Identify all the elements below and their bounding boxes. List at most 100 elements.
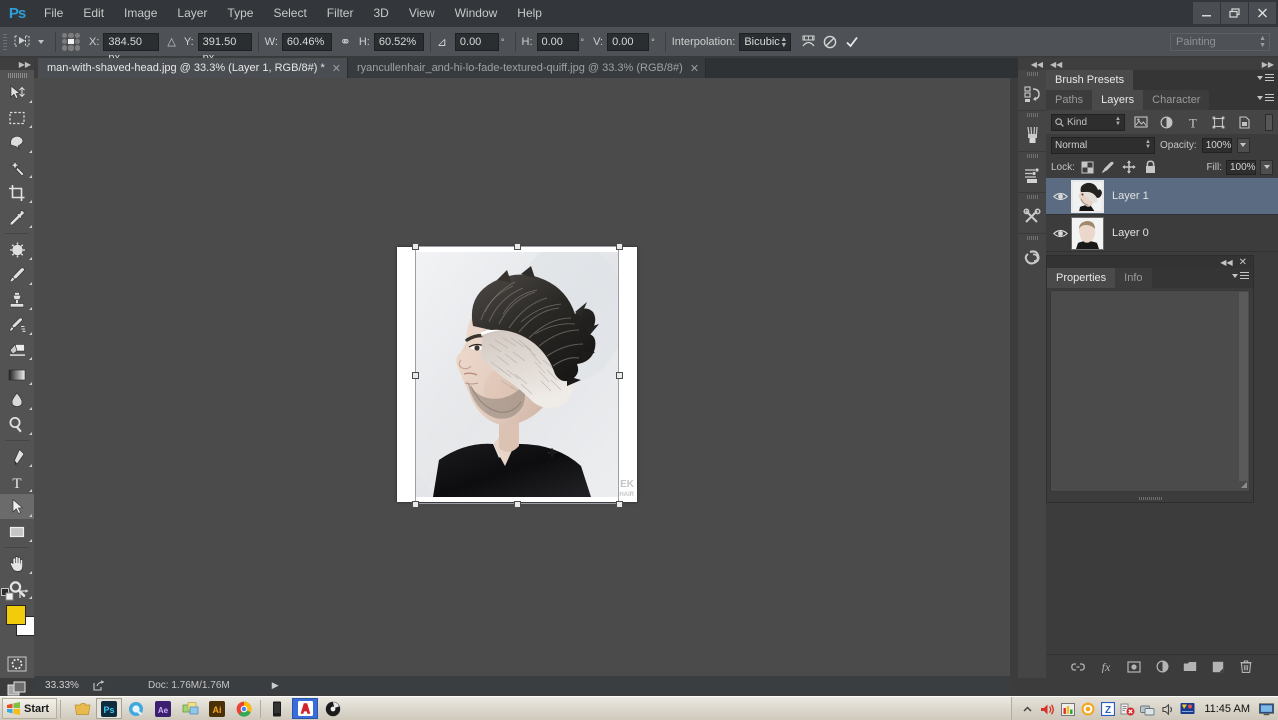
transform-handle-top-left[interactable] (412, 243, 419, 250)
blend-mode-select[interactable]: Normal ▲ ▼ (1051, 136, 1155, 154)
after-effects-icon[interactable]: Ae (150, 698, 176, 719)
tab-close-icon[interactable]: ✕ (332, 62, 341, 75)
menu-select[interactable]: Select (263, 0, 316, 27)
gradient-tool[interactable] (0, 362, 34, 387)
properties-menu-icon[interactable] (1232, 272, 1249, 279)
opacity-slider-button[interactable] (1236, 137, 1250, 153)
taskbar-clock[interactable]: 11:45 AM (1204, 703, 1250, 715)
menu-type[interactable]: Type (217, 0, 263, 27)
pen-tool[interactable] (0, 444, 34, 469)
lock-transparency-icon[interactable] (1079, 159, 1096, 176)
transform-center-point[interactable]: ✛ (547, 447, 557, 459)
mobile-device-icon[interactable] (264, 698, 290, 719)
history-panel-icon[interactable] (1018, 77, 1046, 110)
update-icon[interactable] (1080, 702, 1095, 717)
antivirus-icon[interactable] (1120, 702, 1135, 717)
tools-panel-header[interactable]: ▶▶ (0, 58, 34, 70)
workspace-selector[interactable]: Painting ▲ ▼ (1170, 32, 1270, 51)
tab-layers[interactable]: Layers (1092, 90, 1144, 110)
quick-mask-mode-icon[interactable] (0, 651, 34, 676)
transform-handle-middle-right[interactable] (616, 372, 623, 379)
new-group-icon[interactable] (1183, 660, 1197, 674)
tab-character[interactable]: Character (1143, 90, 1210, 110)
menu-3d[interactable]: 3D (363, 0, 398, 27)
creative-cloud-icon[interactable] (1018, 241, 1046, 274)
eraser-tool[interactable] (0, 337, 34, 362)
collage-icon[interactable] (177, 698, 203, 719)
layer-thumbnail[interactable] (1071, 216, 1104, 250)
photoshop-icon[interactable]: Ps (96, 698, 123, 719)
table-row[interactable]: Layer 1 (1046, 178, 1278, 215)
canvas-workspace[interactable]: EK HAIR ✛ (34, 78, 1010, 676)
lock-position-icon[interactable] (1121, 159, 1138, 176)
tab-paths[interactable]: Paths (1046, 90, 1093, 110)
link-layers-icon[interactable] (1071, 660, 1085, 674)
skew-v-input[interactable]: 0.00 (607, 32, 650, 51)
media-player-icon[interactable] (320, 698, 346, 719)
hand-tool[interactable] (0, 551, 34, 576)
rectangle-tool[interactable] (0, 519, 34, 544)
illustrator-icon[interactable]: Ai (204, 698, 230, 719)
rail-collapse-header[interactable]: ◀◀ (1018, 58, 1046, 70)
filter-type-icon[interactable]: T (1182, 113, 1203, 132)
panel-collapse-left-icon[interactable]: ◀◀ (1050, 60, 1062, 69)
tab-ryancullenhair[interactable]: ryancullenhair_and-hi-lo-fade-textured-q… (347, 58, 707, 78)
start-button[interactable]: Start (2, 698, 58, 719)
tool-preset-dropdown[interactable] (33, 39, 49, 44)
sound-icon[interactable] (1160, 702, 1175, 717)
menu-layer[interactable]: Layer (167, 0, 217, 27)
transform-handle-bottom-center[interactable] (514, 501, 521, 508)
spot-healing-brush-tool[interactable] (0, 237, 34, 262)
graph-icon[interactable] (1060, 702, 1075, 717)
y-input[interactable]: 391.50 px (197, 32, 252, 64)
adjustments-panel-icon[interactable] (1018, 159, 1046, 192)
volume-icon[interactable] (1040, 702, 1055, 717)
tools-preset-icon[interactable] (1018, 200, 1046, 233)
zoom-level-input[interactable]: 33.33% (34, 680, 90, 691)
chain-link-icon[interactable]: ⚭ (340, 34, 351, 50)
cancel-transform-icon[interactable] (819, 31, 841, 53)
transform-handle-bottom-right[interactable] (616, 501, 623, 508)
show-hidden-icons[interactable] (1020, 702, 1035, 717)
brush-tool[interactable] (0, 262, 34, 287)
close-button[interactable] (1249, 2, 1276, 24)
tab-brush-presets[interactable]: Brush Presets (1046, 70, 1134, 90)
reference-point-selector[interactable] (62, 32, 80, 51)
table-row[interactable]: Layer 0 (1046, 215, 1278, 252)
display-icon[interactable] (1180, 702, 1195, 717)
tab-properties[interactable]: Properties (1047, 268, 1116, 288)
opacity-input[interactable]: 100% (1201, 137, 1232, 153)
new-layer-icon[interactable] (1211, 660, 1225, 674)
horizontal-type-tool[interactable]: T (0, 469, 34, 494)
properties-close-icon[interactable]: ✕ (1239, 257, 1247, 268)
menu-window[interactable]: Window (445, 0, 508, 27)
delete-layer-icon[interactable] (1239, 660, 1253, 674)
menu-file[interactable]: File (34, 0, 73, 27)
filter-shape-icon[interactable] (1208, 113, 1229, 132)
menu-filter[interactable]: Filter (317, 0, 364, 27)
collapse-panels-icon[interactable]: ◀◀ (1031, 60, 1043, 69)
lock-image-icon[interactable] (1100, 159, 1117, 176)
brush-panel-icon[interactable] (1018, 118, 1046, 151)
options-bar-gripper[interactable] (0, 27, 9, 57)
foreground-color-swatch[interactable] (6, 605, 26, 625)
history-brush-tool[interactable] (0, 312, 34, 337)
panel-expand-right-icon[interactable]: ▶▶ (1262, 60, 1274, 69)
filter-adjustment-icon[interactable] (1156, 113, 1177, 132)
layer-style-icon[interactable]: fx (1099, 660, 1113, 674)
properties-panel-header[interactable]: ◀◀ ✕ (1047, 256, 1253, 268)
menu-image[interactable]: Image (114, 0, 167, 27)
free-transform-tool-icon[interactable] (9, 31, 33, 53)
x-input[interactable]: 384.50 px (103, 32, 160, 64)
lock-all-icon[interactable] (1142, 159, 1159, 176)
transform-handle-middle-left[interactable] (412, 372, 419, 379)
transform-handle-bottom-left[interactable] (412, 501, 419, 508)
skew-h-input[interactable]: 0.00 (536, 32, 579, 51)
fill-input[interactable]: 100% (1226, 159, 1256, 175)
properties-scrollbar[interactable] (1239, 292, 1248, 481)
menu-view[interactable]: View (399, 0, 445, 27)
minimize-button[interactable] (1193, 2, 1220, 24)
restore-button[interactable] (1221, 2, 1248, 24)
properties-collapse-icon[interactable]: ◀◀ (1220, 258, 1232, 267)
clone-stamp-tool[interactable] (0, 287, 34, 312)
